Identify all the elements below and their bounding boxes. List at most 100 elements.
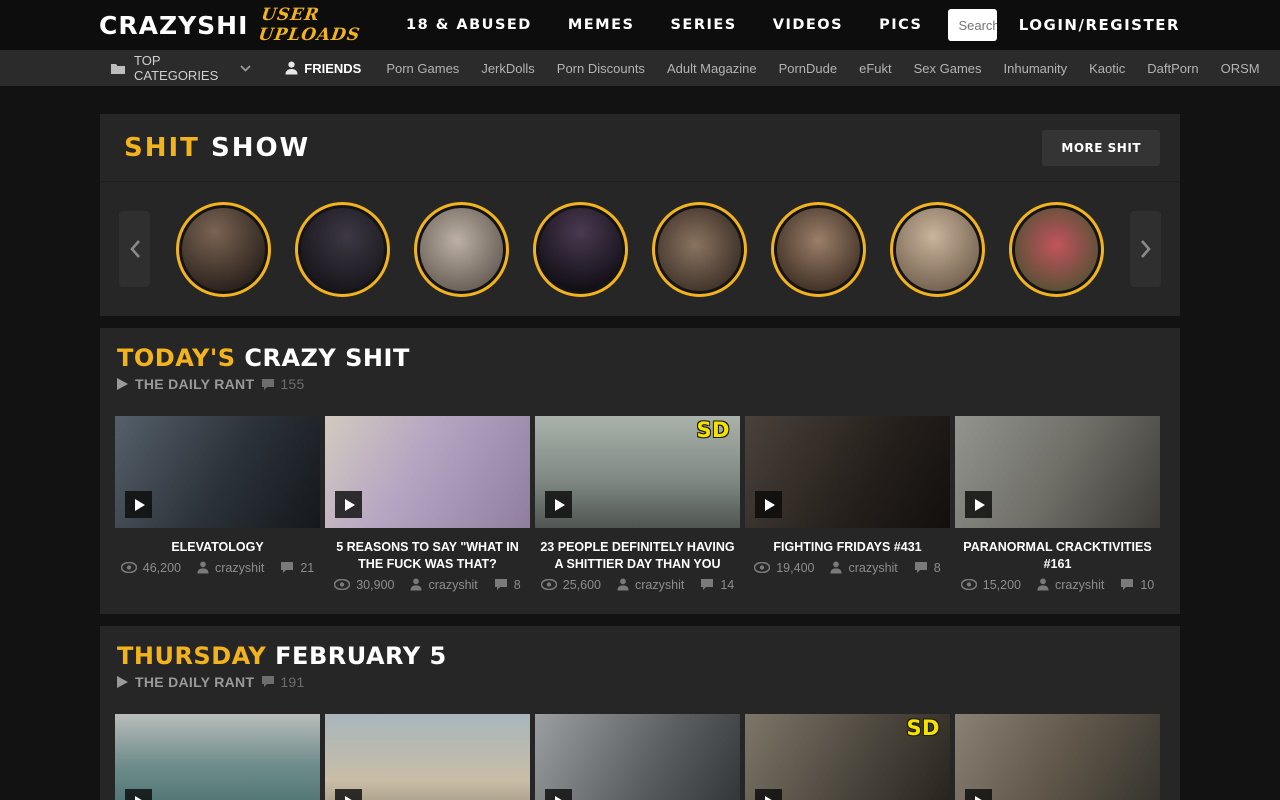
todays-section: TODAY'S CRAZY SHIT THE DAILY RANT 155 EL… <box>100 328 1180 614</box>
daily-rant-link[interactable]: THE DAILY RANT 191 <box>117 674 1165 690</box>
video-thumbnail[interactable] <box>535 714 740 800</box>
video-thumbnail[interactable] <box>745 416 950 528</box>
video-thumbnail[interactable] <box>955 714 1160 800</box>
video-stats: 30,900 crazyshit 8 <box>325 578 530 592</box>
carousel-thumb[interactable] <box>652 202 747 297</box>
nav-videos[interactable]: VIDEOS <box>773 17 843 33</box>
nav-series[interactable]: SERIES <box>670 17 736 33</box>
nav-pics[interactable]: PICS <box>879 17 922 33</box>
friend-link[interactable]: JerkDolls <box>470 61 545 76</box>
section-title: THURSDAY FEBRUARY 5 <box>117 642 1165 670</box>
todays-cards-row: ELEVATOLOGY 46,200 crazyshit 21 5 REASON… <box>100 392 1180 614</box>
carousel-next-button[interactable] <box>1130 211 1161 287</box>
views-icon <box>121 562 137 573</box>
carousel-thumb[interactable] <box>176 202 271 297</box>
views-icon <box>334 579 350 590</box>
video-thumbnail[interactable] <box>325 416 530 528</box>
author-name[interactable]: crazyshit <box>848 561 897 575</box>
main-nav: 18 & ABUSED MEMES SERIES VIDEOS PICS <box>406 17 922 33</box>
video-thumbnail[interactable] <box>115 416 320 528</box>
video-thumbnail[interactable] <box>325 714 530 800</box>
chevron-left-icon <box>129 239 141 259</box>
friends-link[interactable]: FRIENDS <box>285 61 361 76</box>
play-icon <box>125 789 152 800</box>
video-title[interactable]: 23 PEOPLE DEFINITELY HAVING A SHITTIER D… <box>535 539 740 573</box>
chevron-right-icon <box>1140 239 1152 259</box>
friend-link[interactable]: Adult Magazine <box>656 61 768 76</box>
video-card <box>955 714 1160 800</box>
login-register-link[interactable]: LOGIN/REGISTER <box>1019 16 1180 34</box>
rant-comment-count: 191 <box>261 674 304 690</box>
play-icon <box>117 378 128 390</box>
video-card <box>535 714 740 800</box>
sd-badge: SD <box>696 418 730 442</box>
secondary-nav: TOP CATEGORIES FRIENDS Porn Games JerkDo… <box>0 50 1280 86</box>
nav-memes[interactable]: MEMES <box>568 17 635 33</box>
more-shit-button[interactable]: MORE SHIT <box>1042 130 1160 166</box>
views-icon <box>541 579 557 590</box>
sd-badge: SD <box>906 716 940 740</box>
logo-tagline: USER UPLOADS <box>258 5 365 45</box>
comment-icon <box>261 675 275 688</box>
friends-label: FRIENDS <box>304 61 361 76</box>
friend-link[interactable]: PornDude <box>768 61 849 76</box>
site-logo[interactable]: CRAZYSHI <box>99 11 248 40</box>
friend-link[interactable]: Porn Games <box>375 61 470 76</box>
author-name[interactable]: crazyshit <box>215 561 264 575</box>
comment-icon <box>1120 578 1134 591</box>
thursday-cards-row: SD <box>100 690 1180 800</box>
main-content: SHIT SHOW MORE SHIT <box>100 114 1180 800</box>
author-icon <box>410 578 422 591</box>
video-title[interactable]: FIGHTING FRIDAYS #431 <box>745 539 950 556</box>
nav-18-abused[interactable]: 18 & ABUSED <box>406 17 532 33</box>
play-icon <box>755 789 782 800</box>
todays-header: TODAY'S CRAZY SHIT THE DAILY RANT 155 <box>100 328 1180 392</box>
friend-link[interactable]: Existenz <box>1271 61 1280 76</box>
views-count: 25,600 <box>563 578 601 592</box>
views-icon <box>961 579 977 590</box>
views-count: 46,200 <box>143 561 181 575</box>
carousel-thumb[interactable] <box>533 202 628 297</box>
video-title[interactable]: 5 REASONS TO SAY "WHAT IN THE FUCK WAS T… <box>325 539 530 573</box>
carousel-thumb[interactable] <box>1009 202 1104 297</box>
friend-link[interactable]: ORSM <box>1210 61 1271 76</box>
friend-link[interactable]: Inhumanity <box>993 61 1079 76</box>
author-name[interactable]: crazyshit <box>428 578 477 592</box>
author-name[interactable]: crazyshit <box>1055 578 1104 592</box>
carousel-thumb[interactable] <box>414 202 509 297</box>
author-icon <box>617 578 629 591</box>
comment-count: 8 <box>514 578 521 592</box>
carousel-thumb[interactable] <box>771 202 866 297</box>
video-stats: 25,600 crazyshit 14 <box>535 578 740 592</box>
daily-rant-label: THE DAILY RANT <box>135 376 254 392</box>
friend-link[interactable]: eFukt <box>848 61 903 76</box>
video-title[interactable]: ELEVATOLOGY <box>115 539 320 556</box>
author-icon <box>830 561 842 574</box>
search-input[interactable] <box>948 9 996 41</box>
video-thumbnail[interactable]: SD <box>535 416 740 528</box>
friend-link[interactable]: Sex Games <box>903 61 993 76</box>
section-title: TODAY'S CRAZY SHIT <box>117 344 1165 372</box>
play-icon <box>965 491 992 518</box>
friend-link[interactable]: Porn Discounts <box>546 61 656 76</box>
search-box <box>948 9 996 41</box>
author-name[interactable]: crazyshit <box>635 578 684 592</box>
play-icon <box>755 491 782 518</box>
friend-link[interactable]: Kaotic <box>1078 61 1136 76</box>
video-title[interactable]: PARANORMAL CRACKTIVITIES #161 <box>955 539 1160 573</box>
video-card: PARANORMAL CRACKTIVITIES #161 15,200 cra… <box>955 416 1160 592</box>
daily-rant-link[interactable]: THE DAILY RANT 155 <box>117 376 1165 392</box>
carousel-thumb[interactable] <box>890 202 985 297</box>
comment-icon <box>280 561 294 574</box>
friend-link[interactable]: DaftPorn <box>1136 61 1209 76</box>
carousel-prev-button[interactable] <box>119 211 150 287</box>
video-thumbnail[interactable] <box>955 416 1160 528</box>
folder-icon <box>110 62 126 75</box>
play-icon <box>125 491 152 518</box>
carousel-thumb[interactable] <box>295 202 390 297</box>
video-thumbnail[interactable]: SD <box>745 714 950 800</box>
video-thumbnail[interactable] <box>115 714 320 800</box>
video-card: SD <box>745 714 950 800</box>
top-categories-dropdown[interactable]: TOP CATEGORIES <box>110 53 251 83</box>
video-stats: 46,200 crazyshit 21 <box>115 561 320 575</box>
